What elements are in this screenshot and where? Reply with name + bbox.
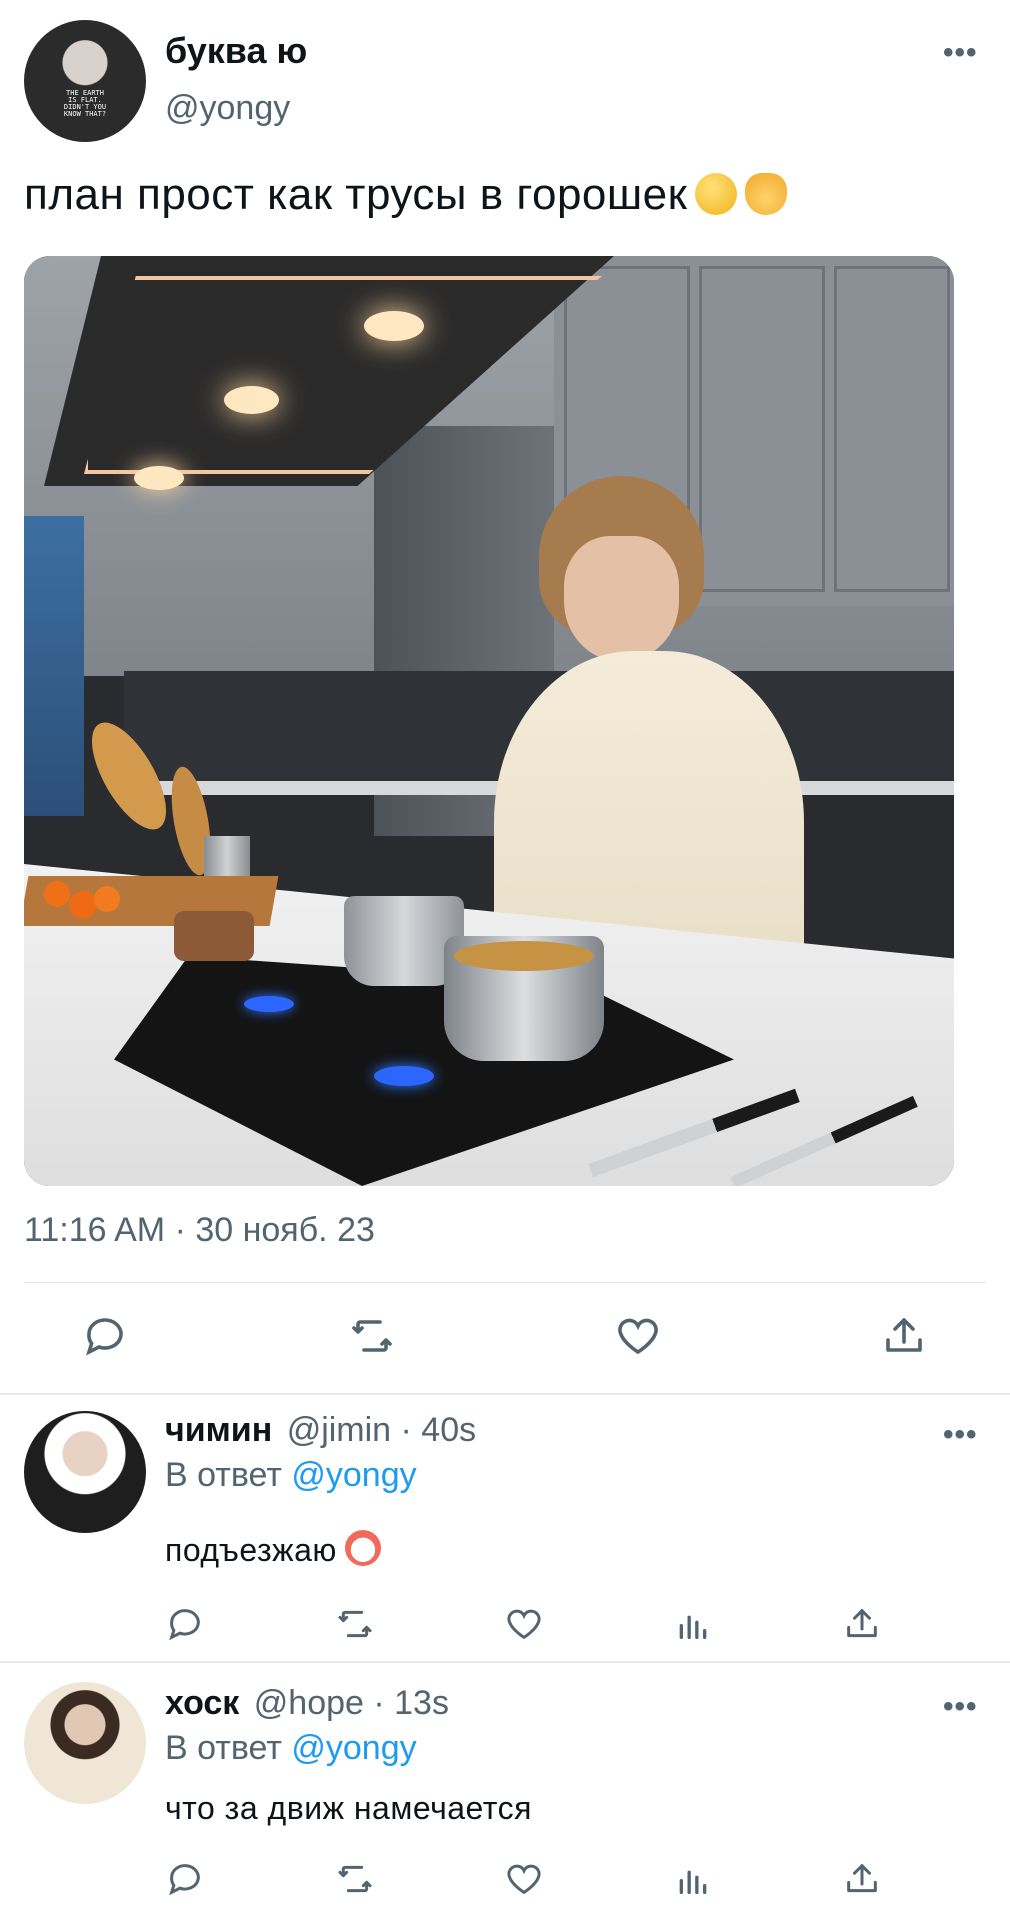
reply-header: хоск @hope · 13s [165, 1684, 449, 1723]
like-icon[interactable] [504, 1604, 544, 1644]
reply-to-line: В ответ @yongy [165, 1456, 417, 1495]
reply-icon[interactable] [165, 1859, 205, 1899]
tweet-text: план прост как трусы в горошек [24, 170, 788, 220]
more-options-button[interactable]: ••• [943, 36, 978, 70]
share-icon[interactable] [842, 1859, 882, 1899]
like-icon[interactable] [504, 1859, 544, 1899]
reply-mention-link[interactable]: @yongy [291, 1729, 416, 1767]
reply-text: подъезжаю [165, 1530, 381, 1569]
section-divider [0, 1393, 1010, 1395]
retweet-icon[interactable] [334, 1859, 376, 1899]
author-avatar[interactable]: THE EARTH IS FLAT. DIDN'T YOU KNOW THAT? [24, 20, 146, 142]
person-face [564, 536, 679, 661]
like-icon[interactable] [614, 1312, 662, 1360]
heart-hands-emoji-icon [745, 173, 788, 215]
clown-emoji-icon [344, 1530, 381, 1566]
avatar-shirt-text: THE EARTH IS FLAT. DIDN'T YOU KNOW THAT? [63, 89, 107, 118]
reply-avatar[interactable] [24, 1411, 146, 1533]
views-icon[interactable] [673, 1604, 713, 1644]
reply-mention-link[interactable]: @yongy [291, 1456, 416, 1494]
reply-header: чимин @jimin · 40s [165, 1411, 476, 1450]
retweet-icon[interactable] [334, 1604, 376, 1644]
reply-to-prefix: В ответ [165, 1729, 282, 1767]
bread [174, 911, 254, 961]
reply-author-meta: @jimin · 40s [286, 1411, 477, 1449]
author-handle[interactable]: @yongy [165, 89, 290, 128]
tweet-photo[interactable] [24, 256, 954, 1186]
reply-to-line: В ответ @yongy [165, 1729, 417, 1768]
reply-icon[interactable] [81, 1312, 129, 1360]
reply-author-meta: @hope · 13s [253, 1684, 449, 1722]
retweet-icon[interactable] [347, 1312, 397, 1360]
reply-avatar[interactable] [24, 1682, 146, 1804]
raised-eyebrow-emoji-icon [695, 173, 738, 215]
reply-more-button[interactable]: ••• [943, 1418, 978, 1452]
reply-text: что за движ намечается [165, 1790, 532, 1826]
reply-icon[interactable] [165, 1604, 205, 1644]
views-icon[interactable] [673, 1859, 713, 1899]
reply-author-name[interactable]: чимин [165, 1411, 272, 1449]
divider [24, 1282, 986, 1283]
section-divider [0, 1661, 1010, 1663]
window [24, 516, 84, 816]
share-icon[interactable] [880, 1312, 928, 1360]
tweet-timestamp[interactable]: 11:16 AM · 30 нояб. 23 [24, 1211, 375, 1250]
share-icon[interactable] [842, 1604, 882, 1644]
author-name[interactable]: буква ю [165, 30, 307, 72]
reply-to-prefix: В ответ [165, 1456, 282, 1494]
reply-author-name[interactable]: хоск [165, 1684, 239, 1722]
reply-text-content: подъезжаю [165, 1532, 337, 1568]
reply-more-button[interactable]: ••• [943, 1690, 978, 1724]
tweet-text-content: план прост как трусы в горошек [24, 170, 688, 219]
